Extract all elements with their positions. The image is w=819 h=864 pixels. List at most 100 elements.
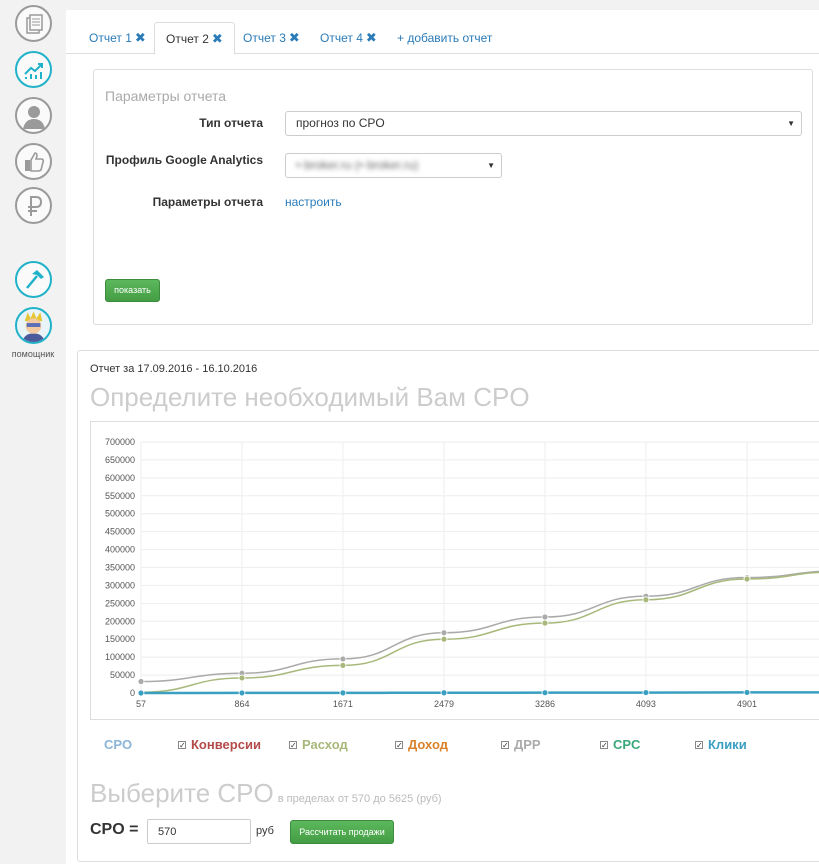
legend-item[interactable]: ✓ Доход	[395, 737, 448, 752]
y-tick-label: 700000	[105, 437, 135, 447]
legend-label: ДРР	[514, 737, 541, 752]
close-icon[interactable]: ✖	[366, 30, 377, 45]
assistant-avatar-icon[interactable]	[15, 307, 52, 344]
assistant-label: помощник	[11, 349, 55, 359]
documents-icon[interactable]	[15, 5, 52, 42]
y-tick-label: 600000	[105, 473, 135, 483]
configure-link[interactable]: настроить	[285, 195, 342, 209]
y-tick-label: 0	[130, 688, 135, 698]
calculate-sales-button[interactable]: Рассчитать продажи	[290, 820, 394, 844]
data-point	[137, 678, 145, 685]
report-title: Определите необходимый Вам CPO	[90, 382, 530, 412]
y-tick-label: 50000	[110, 670, 135, 680]
legend-item[interactable]: ✓ Конверсии	[178, 737, 261, 752]
legend-checkbox[interactable]: ✓	[178, 741, 186, 750]
x-tick-label: 864	[234, 699, 249, 709]
ga-profile-label: Профиль Google Analytics	[105, 153, 263, 167]
report-tabs: Отчет 1 ✖ Отчет 2 ✖ Отчет 3 ✖ Отчет 4 ✖ + до…	[66, 22, 819, 55]
legend-label: Клики	[708, 737, 747, 752]
y-tick-label: 550000	[105, 491, 135, 501]
ruble-icon[interactable]	[15, 187, 52, 224]
hammer-icon[interactable]	[15, 261, 52, 298]
data-point	[339, 655, 347, 663]
report-params-label: Параметры отчета	[152, 195, 263, 209]
chart-container: 0 50000 100000 150000 200000 250000 300000 3500…	[90, 421, 819, 720]
data-point	[743, 575, 751, 583]
data-point	[541, 689, 549, 697]
line-chart: 0 50000 100000 150000 200000 250000 300000 3500…	[105, 437, 819, 709]
main-content: Отчет 1 ✖ Отчет 2 ✖ Отчет 3 ✖ Отчет 4 ✖ + до…	[66, 10, 819, 864]
y-tick-label: 350000	[105, 563, 135, 573]
cpo-unit: руб	[256, 825, 274, 837]
data-point	[440, 635, 448, 643]
data-point	[541, 619, 549, 627]
data-point	[440, 629, 448, 637]
close-icon[interactable]: ✖	[212, 31, 223, 46]
legend-item[interactable]: ✓ ДРР	[501, 737, 541, 752]
tab-report-3[interactable]: Отчет 3 ✖	[243, 22, 300, 54]
report-type-select[interactable]: прогноз по CPO ▼	[285, 111, 802, 136]
tab-report-2[interactable]: Отчет 2 ✖	[154, 22, 235, 55]
y-tick-label: 650000	[105, 455, 135, 465]
thumbs-up-icon[interactable]	[15, 143, 52, 180]
cpo-input[interactable]	[147, 819, 251, 844]
report-panel: Отчет за 17.09.2016 - 16.10.2016 Определ…	[77, 350, 819, 862]
data-point	[642, 689, 650, 696]
data-point	[642, 596, 650, 604]
cpo-range-hint: в пределах от 570 до 5625 (руб)	[277, 793, 442, 805]
legend-checkbox[interactable]: ✓	[501, 741, 509, 750]
tab-report-4[interactable]: Отчет 4 ✖	[320, 22, 377, 54]
legend-label: Расход	[302, 737, 348, 752]
show-button[interactable]: показать	[105, 279, 160, 302]
x-tick-label: 3286	[535, 699, 555, 709]
legend-item[interactable]: ✓ CPC	[600, 737, 640, 752]
legend-label: CPC	[613, 737, 641, 752]
chart-growth-icon[interactable]	[15, 51, 52, 88]
x-tick-label: 4093	[636, 699, 656, 709]
legend-label: CPO	[104, 737, 133, 752]
data-point	[238, 674, 246, 682]
legend-label: Доход	[408, 737, 448, 752]
ga-profile-select[interactable]: •·broker.ru (•·broker.ru) ▼	[285, 153, 502, 178]
tab-report-1[interactable]: Отчет 1 ✖	[89, 22, 146, 54]
data-point	[440, 689, 448, 697]
legend-item[interactable]: CPO	[104, 737, 132, 752]
legend-label: Конверсии	[191, 737, 261, 752]
legend-item[interactable]: ✓ Расход	[289, 737, 348, 752]
x-tick-label: 57	[136, 699, 146, 709]
data-point	[339, 689, 347, 697]
cpo-label: CPO =	[90, 821, 139, 838]
y-tick-label: 300000	[105, 580, 135, 590]
legend-checkbox[interactable]: ✓	[289, 741, 297, 750]
legend-checkbox[interactable]: ✓	[600, 741, 608, 750]
series-line	[140, 570, 819, 683]
y-tick-label: 200000	[105, 616, 135, 626]
legend-checkbox[interactable]: ✓	[695, 741, 703, 750]
y-tick-label: 450000	[105, 527, 135, 537]
report-type-label: Тип отчета	[199, 116, 263, 130]
x-tick-label: 4901	[737, 699, 757, 709]
caret-down-icon: ▼	[487, 161, 495, 170]
sidebar: помощник	[0, 0, 66, 864]
y-tick-label: 500000	[105, 509, 135, 519]
close-icon[interactable]: ✖	[135, 30, 146, 45]
data-point	[238, 689, 246, 697]
choose-cpo-title: Выберите CPO в пределах от 570 до 5625 (р…	[90, 778, 442, 808]
data-point	[541, 613, 549, 621]
data-point	[339, 661, 347, 669]
data-point	[137, 689, 145, 697]
add-report-tab[interactable]: + добавить отчет	[397, 22, 492, 54]
caret-down-icon: ▼	[787, 119, 795, 128]
x-tick-label: 2479	[434, 699, 454, 709]
legend-item[interactable]: ✓ Клики	[695, 737, 747, 752]
x-tick-label: 1671	[333, 699, 353, 709]
report-params-panel: Параметры отчета Тип отчета прогноз по C…	[93, 69, 813, 325]
y-tick-label: 250000	[105, 598, 135, 608]
legend-checkbox[interactable]: ✓	[395, 741, 403, 750]
y-tick-label: 400000	[105, 545, 135, 555]
params-title: Параметры отчета	[105, 88, 227, 104]
y-tick-label: 150000	[105, 634, 135, 644]
close-icon[interactable]: ✖	[289, 30, 300, 45]
data-point	[743, 689, 751, 696]
user-icon[interactable]	[15, 97, 52, 134]
